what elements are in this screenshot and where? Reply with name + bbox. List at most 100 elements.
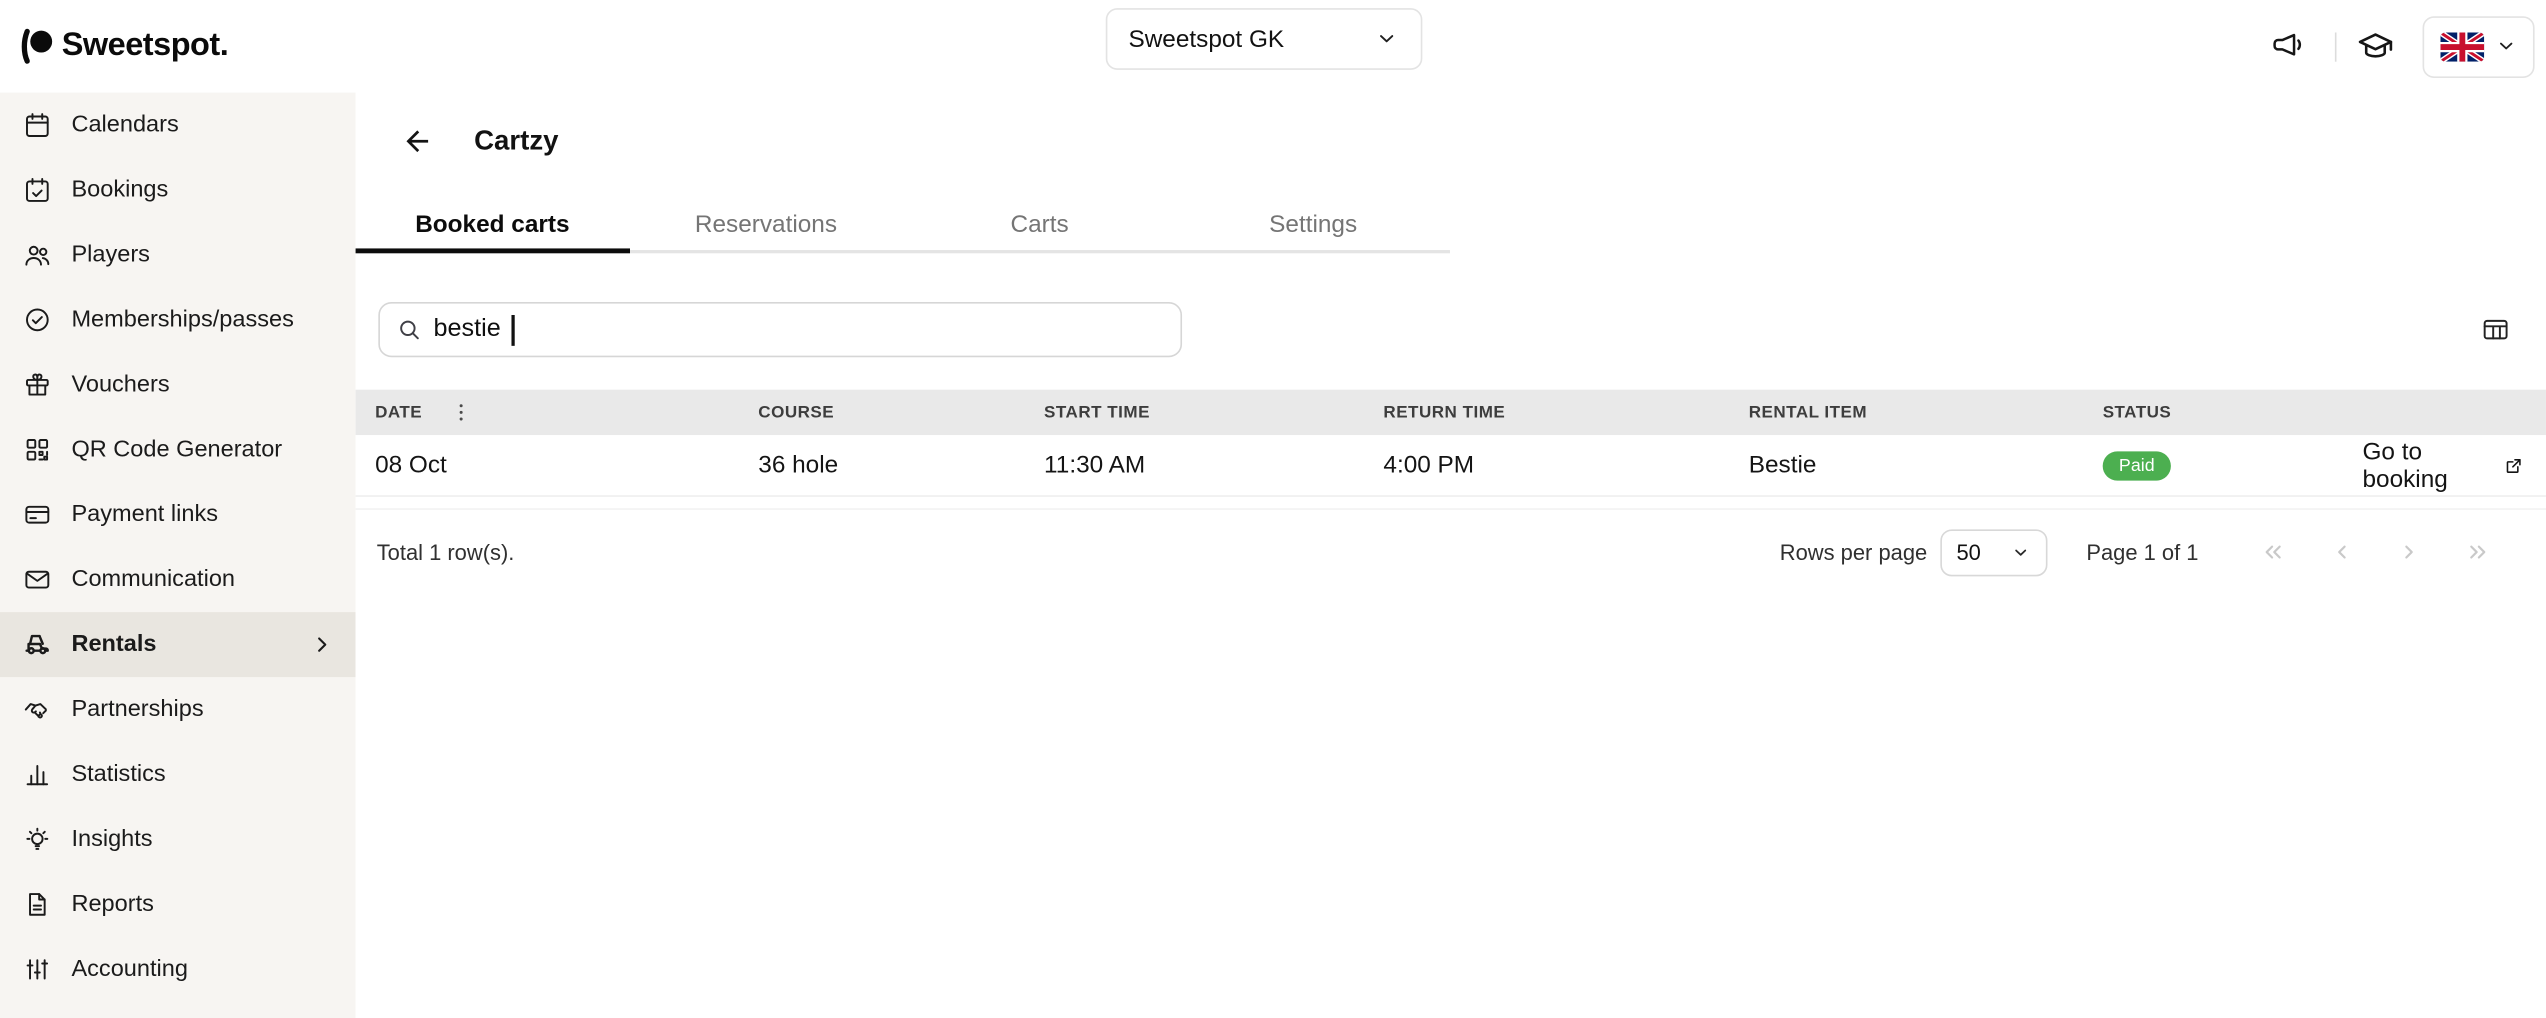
sidebar-item-statistics[interactable]: Statistics: [0, 742, 356, 807]
back-button[interactable]: [401, 125, 433, 157]
sliders-icon: [23, 955, 52, 984]
table-columns-icon: [2481, 315, 2510, 344]
sidebar-item-label: Rentals: [71, 632, 156, 658]
column-header-return-time: RETURN TIME: [1383, 403, 1748, 422]
lightbulb-icon: [23, 825, 52, 854]
sidebar-item-label: Bookings: [71, 177, 168, 203]
chevron-left-icon: [2328, 539, 2354, 565]
sidebar-item-partnerships[interactable]: Partnerships: [0, 677, 356, 742]
golf-cart-icon: [23, 630, 52, 659]
go-to-booking-link[interactable]: Go to booking: [2362, 438, 2495, 493]
sidebar-item-label: QR Code Generator: [71, 437, 282, 463]
column-header-rental-item: RENTAL ITEM: [1749, 403, 2103, 422]
chevron-down-icon: [1374, 26, 1400, 52]
sidebar-item-communication[interactable]: Communication: [0, 547, 356, 612]
arrow-left-icon: [401, 125, 433, 157]
page-title: Cartzy: [474, 125, 558, 157]
table-bottom-border: [356, 508, 2546, 510]
sidebar-item-label: Reports: [71, 891, 153, 917]
sidebar-item-label: Communication: [71, 567, 235, 593]
booking-calendar-icon: [23, 175, 52, 204]
sweetspot-logo-icon: [16, 26, 57, 67]
sidebar-item-rentals[interactable]: Rentals: [0, 612, 356, 677]
column-header-start-time: START TIME: [1044, 403, 1383, 422]
cell-rental-item: Bestie: [1749, 451, 2103, 479]
search-icon: [396, 317, 422, 343]
sidebar-item-reports[interactable]: Reports: [0, 872, 356, 937]
report-document-icon: [23, 890, 52, 919]
players-icon: [23, 240, 52, 269]
last-page-button[interactable]: [2465, 539, 2491, 565]
payment-card-icon: [23, 500, 52, 529]
sidebar-item-label: Accounting: [71, 956, 188, 982]
next-page-button[interactable]: [2397, 539, 2423, 565]
chevrons-left-icon: [2260, 539, 2286, 565]
pager-buttons: [2260, 539, 2491, 565]
tab-carts[interactable]: Carts: [903, 195, 1177, 253]
club-selector-label: Sweetspot GK: [1128, 25, 1284, 53]
cell-course: 36 hole: [758, 451, 1044, 479]
app-root: Sweetspot. Sweetspot GK: [0, 0, 2546, 1018]
membership-badge-icon: [23, 305, 52, 334]
table-view-button[interactable]: [2481, 315, 2510, 344]
tab-booked-carts[interactable]: Booked carts: [356, 195, 630, 253]
vertical-divider: [2335, 32, 2337, 61]
sidebar-item-label: Memberships/passes: [71, 307, 293, 333]
language-selector[interactable]: [2423, 15, 2535, 77]
table-footer: Total 1 row(s). Rows per page 50 Page 1 …: [356, 524, 2546, 579]
table-toolbar: bestie: [378, 302, 2546, 357]
sidebar: Calendars Bookings Players Memberships/p…: [0, 93, 356, 1018]
sidebar-item-label: Partnerships: [71, 697, 203, 723]
search-value: bestie: [434, 315, 501, 344]
sidebar-item-qr-code-generator[interactable]: QR Code Generator: [0, 417, 356, 482]
sidebar-item-payment-links[interactable]: Payment links: [0, 482, 356, 547]
text-cursor: [512, 314, 514, 345]
uk-flag-icon: [2440, 32, 2484, 61]
chevron-right-icon: [310, 633, 333, 656]
bar-chart-icon: [23, 760, 52, 789]
column-header-course: COURSE: [758, 403, 1044, 422]
cell-status: Paid: [2103, 450, 2363, 481]
academy-button[interactable]: [2354, 25, 2396, 67]
cell-action: Go to booking: [2362, 438, 2545, 493]
sidebar-item-memberships[interactable]: Memberships/passes: [0, 287, 356, 352]
announcements-button[interactable]: [2267, 25, 2309, 67]
page-header: Cartzy: [401, 115, 558, 167]
chevron-right-icon: [2397, 539, 2423, 565]
sidebar-item-label: Payment links: [71, 502, 218, 528]
sidebar-item-vouchers[interactable]: Vouchers: [0, 352, 356, 417]
gift-icon: [23, 370, 52, 399]
top-bar-actions: [2267, 0, 2535, 93]
rows-per-page-select[interactable]: 50: [1940, 529, 2047, 576]
column-menu-icon[interactable]: [450, 401, 473, 424]
previous-page-button[interactable]: [2328, 539, 2354, 565]
graduation-cap-icon: [2356, 27, 2395, 66]
tab-settings[interactable]: Settings: [1176, 195, 1450, 253]
first-page-button[interactable]: [2260, 539, 2286, 565]
chevron-down-icon: [2010, 542, 2031, 563]
cell-return-time: 4:00 PM: [1383, 451, 1748, 479]
sidebar-item-label: Calendars: [71, 112, 178, 138]
megaphone-icon: [2269, 28, 2306, 65]
brand-name: Sweetspot.: [62, 28, 229, 65]
page-info: Page 1 of 1: [2086, 540, 2198, 564]
sidebar-item-players[interactable]: Players: [0, 222, 356, 287]
top-bar: Sweetspot. Sweetspot GK: [0, 0, 2546, 93]
chevron-down-icon: [2493, 34, 2517, 58]
external-link-icon[interactable]: [2503, 454, 2523, 477]
brand-logo[interactable]: Sweetspot.: [16, 0, 228, 93]
sidebar-item-calendars[interactable]: Calendars: [0, 93, 356, 158]
total-rows-text: Total 1 row(s).: [377, 540, 515, 564]
rows-per-page-label: Rows per page: [1780, 540, 1927, 564]
cell-start-time: 11:30 AM: [1044, 451, 1383, 479]
sidebar-item-insights[interactable]: Insights: [0, 807, 356, 872]
pagination-controls: Rows per page 50 Page 1 of 1: [1780, 529, 2491, 576]
chevrons-right-icon: [2465, 539, 2491, 565]
sidebar-item-label: Insights: [71, 826, 152, 852]
search-input[interactable]: bestie: [378, 302, 1182, 357]
sidebar-item-bookings[interactable]: Bookings: [0, 157, 356, 222]
sidebar-item-accounting[interactable]: Accounting: [0, 937, 356, 1002]
sidebar-item-label: Statistics: [71, 762, 165, 788]
tab-reservations[interactable]: Reservations: [629, 195, 903, 253]
club-selector-dropdown[interactable]: Sweetspot GK: [1106, 8, 1423, 70]
